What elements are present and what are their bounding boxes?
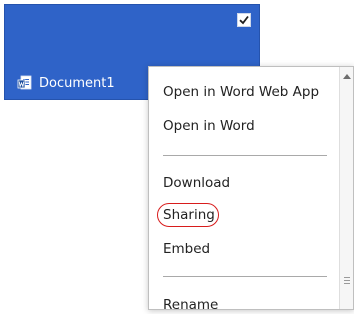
scroll-up-arrow-icon[interactable] <box>343 74 351 79</box>
document-name[interactable]: Document1 <box>39 76 115 91</box>
menu-item-sharing[interactable]: Sharing <box>163 206 215 224</box>
menu-item-open-in-word-web-app[interactable]: Open in Word Web App <box>163 83 319 101</box>
menu-separator <box>163 155 327 156</box>
context-menu: Open in Word Web App Open in Word Downlo… <box>148 66 354 313</box>
word-document-icon <box>17 75 33 91</box>
menu-item-embed[interactable]: Embed <box>163 240 210 258</box>
scroll-grip-icon[interactable] <box>344 275 350 287</box>
tile-label: Document1 <box>17 75 115 91</box>
checkmark-icon <box>239 15 249 25</box>
menu-item-open-in-word[interactable]: Open in Word <box>163 117 255 135</box>
menu-separator <box>163 276 327 277</box>
menu-item-rename[interactable]: Rename <box>163 296 218 314</box>
menu-scrollbar[interactable] <box>339 67 353 309</box>
selection-checkbox[interactable] <box>237 13 251 27</box>
menu-item-download[interactable]: Download <box>163 174 230 192</box>
